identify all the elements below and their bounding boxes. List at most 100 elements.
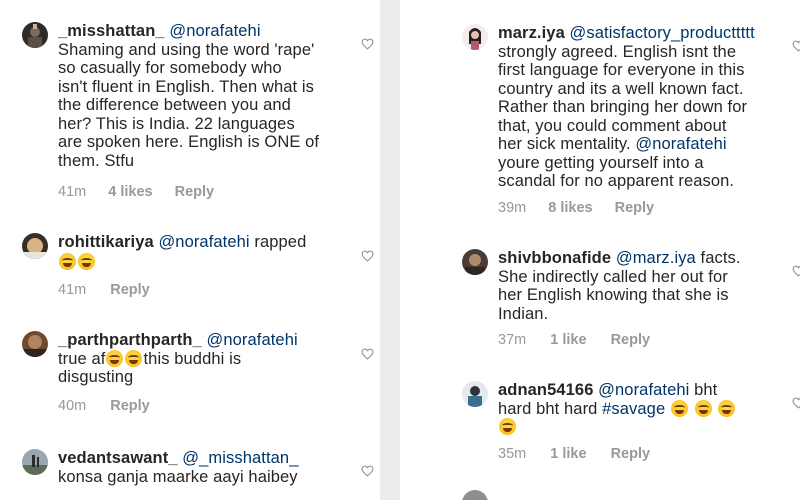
reply-button[interactable]: Reply xyxy=(615,200,655,216)
laughing-emoji-icon xyxy=(670,399,688,417)
laughing-emoji-icon xyxy=(106,349,124,367)
comment-time: 39m xyxy=(498,200,527,216)
comment-time: 35m xyxy=(498,446,527,462)
comment-line: her? This is India. 22 languages xyxy=(58,114,295,133)
comment-line: strongly agreed. English isnt the xyxy=(498,42,737,61)
comment-mention[interactable]: @norafatehi xyxy=(598,381,689,399)
comment-line: disgusting xyxy=(58,368,134,386)
heart-outline-icon[interactable] xyxy=(792,265,800,277)
reply-button[interactable]: Reply xyxy=(110,282,150,298)
avatar[interactable] xyxy=(462,490,488,500)
reply-button[interactable]: Reply xyxy=(611,332,651,348)
comment-username[interactable]: vedantsawant_ xyxy=(58,449,178,467)
comment-username[interactable]: shivbbonafide xyxy=(498,249,611,267)
comment-line: the difference between you and xyxy=(58,96,291,114)
comment-time: 41m xyxy=(58,282,87,298)
comment-text: _parthparthparth_ @norafatehi true af thi… xyxy=(58,331,378,387)
laughing-emoji-icon xyxy=(694,399,712,417)
comment-mention[interactable]: @norafatehi xyxy=(158,233,249,251)
comment-line: them. Stfu xyxy=(58,151,135,170)
comment-line: youre getting yourself into a xyxy=(498,153,704,172)
comment-item: _misshattan_ @norafatehi Shaming and usi… xyxy=(22,22,380,204)
avatar[interactable] xyxy=(462,24,488,50)
comment-line: isn't fluent in English. Then what is xyxy=(58,77,315,96)
heart-outline-icon[interactable] xyxy=(792,40,800,52)
comment-meta: 39m 8 likes Reply xyxy=(498,200,654,216)
reply-button[interactable]: Reply xyxy=(175,184,215,200)
comment-mention[interactable]: @norafatehi xyxy=(207,331,298,349)
avatar[interactable] xyxy=(22,22,48,48)
heart-outline-icon[interactable] xyxy=(361,38,374,50)
comment-line: her English knowing that she is xyxy=(498,286,729,304)
heart-outline-icon[interactable] xyxy=(361,348,374,360)
comment-line: scandal for no apparent reason. xyxy=(498,172,735,190)
comment-username[interactable]: adnan54166 xyxy=(498,381,593,399)
heart-outline-icon[interactable] xyxy=(361,465,374,477)
comment-time: 37m xyxy=(498,332,527,348)
comment-likes[interactable]: 1 like xyxy=(550,446,586,462)
comment-line: first language for everyone in this xyxy=(498,61,745,79)
comment-username[interactable]: marz.iya xyxy=(498,24,565,42)
comment-mention[interactable]: @_misshattan_ xyxy=(182,449,298,467)
comment-line: Indian. xyxy=(498,304,549,323)
comment-line: true af xyxy=(58,349,106,368)
panel-divider xyxy=(380,0,400,500)
comment-hashtag[interactable]: #savage xyxy=(602,400,665,418)
heart-outline-icon[interactable] xyxy=(792,397,800,409)
comment-meta: 35m 1 like Reply xyxy=(498,446,650,462)
comment-mention[interactable]: @norafatehi xyxy=(169,22,260,40)
laughing-emoji-icon xyxy=(78,252,95,270)
reply-button[interactable]: Reply xyxy=(110,398,150,414)
laughing-emoji-icon xyxy=(718,399,736,417)
comment-line: facts. xyxy=(700,249,741,267)
comment-meta: 41m 4 likes Reply xyxy=(58,184,214,200)
comment-line: rapped xyxy=(254,233,307,251)
comment-time: 40m xyxy=(58,398,87,414)
avatar[interactable] xyxy=(22,331,48,357)
comment-username[interactable]: _parthparthparth_ xyxy=(58,331,202,349)
comment-line: her sick mentality. xyxy=(498,135,631,153)
comments-panel-left: _misshattan_ @norafatehi Shaming and usi… xyxy=(0,0,380,500)
comment-line: country and its a well known fact. xyxy=(498,79,744,98)
comment-line: bht xyxy=(694,381,718,399)
comment-item: shivbbonafide @marz.iya facts. She indir… xyxy=(462,249,800,359)
comment-item: rohittikariya @norafatehi rapped 41m Rep… xyxy=(22,233,380,303)
comment-text: adnan54166 @norafatehi bht hard bht hard… xyxy=(498,381,798,437)
comment-meta: 37m 1 like Reply xyxy=(498,332,650,348)
comment-text: rohittikariya @norafatehi rapped xyxy=(58,233,378,271)
avatar[interactable] xyxy=(22,449,48,475)
comment-line: She indirectly called her out for xyxy=(498,267,728,286)
comment-item: marz.iya @satisfactory_producttttt stron… xyxy=(462,24,800,220)
comment-line: are spoken here. English is ONE of xyxy=(58,133,320,151)
comment-line: Rather than bringing her down for xyxy=(498,98,748,116)
comment-item: _parthparthparth_ @norafatehi true af thi… xyxy=(22,331,380,416)
comment-mention[interactable]: @marz.iya xyxy=(616,249,696,267)
comment-username[interactable]: _misshattan_ xyxy=(58,22,165,40)
comment-likes[interactable]: 8 likes xyxy=(548,200,592,216)
comment-mention[interactable]: @norafatehi xyxy=(635,135,726,153)
laughing-emoji-icon xyxy=(59,252,76,270)
avatar[interactable] xyxy=(22,233,48,259)
comment-line: so casually for somebody who xyxy=(58,59,282,77)
comment-line: Shaming and using the word 'rape' xyxy=(58,40,315,59)
comment-username[interactable]: rohittikariya xyxy=(58,233,154,251)
comment-meta: 40m Reply xyxy=(58,398,150,414)
laughing-emoji-icon xyxy=(125,349,143,367)
comment-line: konsa ganja maarke aayi haibey xyxy=(58,467,298,486)
avatar[interactable] xyxy=(462,249,488,275)
comment-text: _misshattan_ @norafatehi Shaming and usi… xyxy=(58,22,378,170)
laughing-emoji-icon xyxy=(499,418,516,435)
comment-likes[interactable]: 1 like xyxy=(550,332,586,348)
comment-line: hard bht hard xyxy=(498,399,598,418)
reply-button[interactable]: Reply xyxy=(611,446,651,462)
comment-text: vedantsawant_ @_misshattan_ konsa ganja … xyxy=(58,449,378,486)
comment-text: marz.iya @satisfactory_producttttt stron… xyxy=(498,24,798,191)
heart-outline-icon[interactable] xyxy=(361,250,374,262)
comment-mention[interactable]: @satisfactory_producttttt xyxy=(570,24,755,42)
avatar[interactable] xyxy=(462,381,488,407)
comment-item: vedantsawant_ @_misshattan_ konsa ganja … xyxy=(22,449,380,500)
comment-likes[interactable]: 4 likes xyxy=(108,184,152,200)
comment-item: adnan54166 @norafatehi bht hard bht hard… xyxy=(462,381,800,471)
comment-line: this buddhi is xyxy=(143,349,242,368)
comment-text: shivbbonafide @marz.iya facts. She indir… xyxy=(498,249,798,323)
